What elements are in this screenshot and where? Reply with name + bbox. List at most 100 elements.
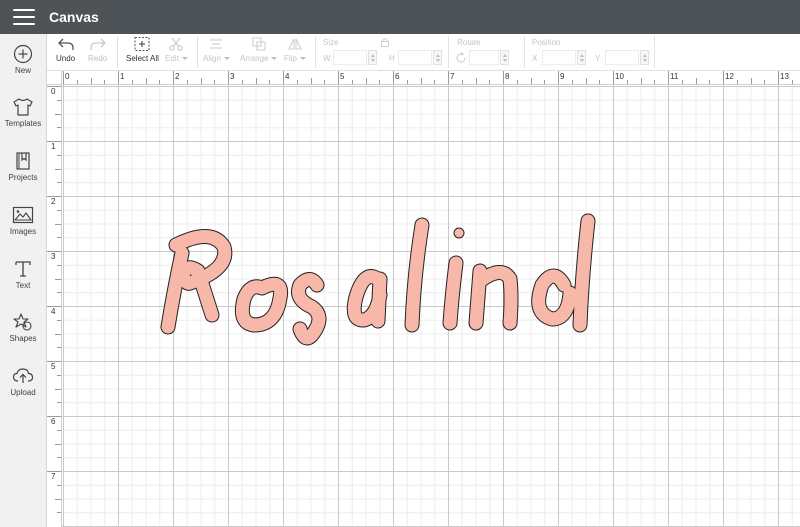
letter-fill <box>405 218 429 332</box>
select-all-button[interactable]: Select All <box>126 36 159 63</box>
sidebar-item-templates[interactable]: Templates <box>0 97 46 143</box>
ruler-minor-tick <box>55 223 61 225</box>
sidebar-item-upload[interactable]: Upload <box>0 366 46 412</box>
ruler-minor-tick <box>461 80 463 84</box>
design-canvas-grid[interactable] <box>62 85 800 527</box>
hamburger-menu-icon[interactable] <box>13 9 35 25</box>
arrange-label: Arrange <box>240 54 269 63</box>
ruler-minor-tick <box>351 80 353 84</box>
lock-icon[interactable] <box>380 37 390 49</box>
ruler-minor-tick <box>544 80 546 84</box>
select-all-icon <box>134 37 150 51</box>
ruler-major-tick <box>778 71 779 84</box>
ruler-major-tick <box>118 71 119 84</box>
width-stepper[interactable] <box>368 50 377 65</box>
ruler-minor-tick <box>764 80 766 84</box>
ruler-minor-tick <box>57 429 61 431</box>
width-input[interactable] <box>333 50 367 65</box>
letter-s <box>291 272 327 346</box>
plus-circle-icon <box>13 44 33 64</box>
undo-icon <box>57 38 74 50</box>
ruler-major-tick <box>63 71 64 84</box>
ruler-minor-tick <box>530 78 532 84</box>
size-section-label: Size <box>323 38 339 47</box>
ruler-minor-tick <box>214 80 216 84</box>
align-icon <box>210 39 223 49</box>
edit-dropdown[interactable]: Edit <box>165 36 188 63</box>
ruler-minor-tick <box>90 78 92 84</box>
ruler-label: 10 <box>615 72 624 81</box>
ruler-minor-tick <box>57 237 61 239</box>
ruler-minor-tick <box>241 80 243 84</box>
ruler-label: 1 <box>120 72 125 81</box>
ruler-label: 6 <box>395 72 400 81</box>
shapes-icon <box>13 313 32 331</box>
ruler-minor-tick <box>57 457 61 459</box>
cloud-upload-icon <box>12 368 34 383</box>
chevron-down-icon <box>299 57 306 61</box>
ruler-minor-tick <box>296 80 298 84</box>
sidebar-item-text[interactable]: Text <box>0 259 46 305</box>
image-icon <box>12 206 34 224</box>
sidebar-item-new[interactable]: New <box>0 44 46 90</box>
sidebar-item-label: Upload <box>10 388 36 397</box>
redo-button[interactable]: Redo <box>88 36 107 63</box>
ruler-corner <box>47 71 62 85</box>
position-section-label: Position <box>532 38 561 47</box>
letter-fill <box>347 270 387 328</box>
ruler-label: 2 <box>51 197 56 206</box>
ruler-minor-tick <box>159 80 161 84</box>
toolbar-divider <box>197 36 198 68</box>
rotate-icon <box>455 51 467 69</box>
letter-l <box>404 217 430 333</box>
redo-label: Redo <box>88 54 108 63</box>
top-header-bar: Canvas <box>0 0 800 34</box>
ruler-minor-tick <box>57 402 61 404</box>
letter-r <box>160 229 233 335</box>
letter-n <box>468 263 519 331</box>
ruler-minor-tick <box>145 78 147 84</box>
ruler-minor-tick <box>131 80 133 84</box>
ruler-minor-tick <box>489 80 491 84</box>
canvas-text-object[interactable] <box>62 85 800 527</box>
ruler-minor-tick <box>186 80 188 84</box>
undo-label: Undo <box>56 54 76 63</box>
sidebar-item-images[interactable]: Images <box>0 205 46 251</box>
ruler-minor-tick <box>750 78 752 84</box>
ruler-major-tick <box>283 71 284 84</box>
align-dropdown[interactable]: Align <box>203 36 230 63</box>
sidebar-item-projects[interactable]: Projects <box>0 151 46 197</box>
width-label: W <box>323 54 331 63</box>
arrange-dropdown[interactable]: Arrange <box>240 36 278 63</box>
ruler-label: 0 <box>51 87 56 96</box>
rotate-input[interactable] <box>469 50 499 65</box>
ruler-minor-tick <box>55 333 61 335</box>
x-position-input[interactable] <box>542 50 576 65</box>
letter-fill <box>235 277 288 332</box>
y-position-stepper[interactable] <box>640 50 649 65</box>
ruler-label: 1 <box>51 142 56 151</box>
undo-button[interactable]: Undo <box>56 36 75 63</box>
sidebar-item-label: Images <box>9 227 37 236</box>
vertical-ruler: 0 1 2 3 4 5 6 7 <box>47 85 62 527</box>
ruler-major-tick <box>228 71 229 84</box>
ruler-major-tick <box>668 71 669 84</box>
edit-toolbar: Undo Redo Select All Edit Align Arrange … <box>47 34 800 71</box>
ruler-minor-tick <box>57 374 61 376</box>
ruler-minor-tick <box>55 113 61 115</box>
ruler-minor-tick <box>57 347 61 349</box>
sidebar-item-shapes[interactable]: Shapes <box>0 312 46 358</box>
height-input[interactable] <box>398 50 432 65</box>
x-position-stepper[interactable] <box>577 50 586 65</box>
ruler-label: 0 <box>65 72 70 81</box>
height-stepper[interactable] <box>433 50 442 65</box>
x-label: X <box>532 54 538 63</box>
ruler-major-tick <box>338 71 339 84</box>
flip-dropdown[interactable]: Flip <box>284 36 306 63</box>
ruler-label: 7 <box>51 472 56 481</box>
ruler-minor-tick <box>709 80 711 84</box>
rotate-stepper[interactable] <box>500 50 509 65</box>
y-position-input[interactable] <box>605 50 639 65</box>
ruler-major-tick <box>173 71 174 84</box>
ruler-minor-tick <box>55 443 61 445</box>
